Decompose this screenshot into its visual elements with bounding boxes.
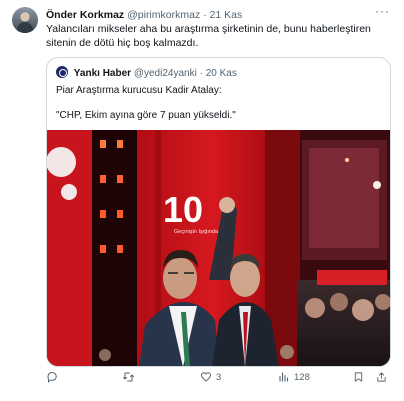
tweet[interactable]: Önder Korkmaz @pirimkorkmaz · 21 Kas ···… bbox=[0, 0, 404, 401]
author-name[interactable]: Önder Korkmaz bbox=[46, 9, 124, 21]
retweet-button[interactable] bbox=[122, 370, 139, 384]
views-button[interactable]: 128 bbox=[278, 370, 310, 384]
retweet-icon bbox=[123, 372, 134, 382]
tweet-time[interactable]: 21 Kas bbox=[210, 9, 243, 21]
views-icon bbox=[279, 372, 289, 382]
like-count: 3 bbox=[216, 371, 222, 383]
bookmark-icon bbox=[354, 372, 363, 382]
author-avatar[interactable] bbox=[12, 7, 38, 33]
stage-number: 10 bbox=[163, 189, 203, 230]
quoted-tweet-photo[interactable]: 10 Geçmişin Işığında bbox=[47, 130, 390, 366]
stage-caption: Geçmişin Işığında bbox=[174, 229, 219, 235]
bookmark-button[interactable] bbox=[353, 370, 364, 384]
quoted-author-name[interactable]: Yankı Haber bbox=[74, 68, 131, 79]
tweet-header: Önder Korkmaz @pirimkorkmaz · 21 Kas bbox=[46, 8, 390, 22]
views-count: 128 bbox=[294, 371, 310, 383]
like-button[interactable]: 3 bbox=[200, 370, 221, 384]
share-icon bbox=[377, 372, 386, 382]
more-options-icon[interactable]: ··· bbox=[375, 4, 390, 18]
quoted-author-handle[interactable]: @yedi24yanki bbox=[134, 68, 197, 79]
reply-button[interactable] bbox=[46, 370, 62, 384]
reply-icon bbox=[47, 371, 57, 383]
quoted-tweet-time[interactable]: 20 Kas bbox=[206, 68, 237, 79]
quoted-separator: · bbox=[199, 68, 203, 79]
quoted-tweet-header: Yankı Haber @yedi24yanki · 20 Kas bbox=[56, 66, 237, 80]
author-handle[interactable]: @pirimkorkmaz bbox=[127, 9, 200, 21]
separator: · bbox=[203, 9, 207, 21]
tweet-text: Yalancıları mikseler aha bu araştırma şi… bbox=[46, 23, 371, 49]
heart-icon bbox=[200, 372, 212, 382]
quoted-tweet[interactable]: Yankı Haber @yedi24yanki · 20 Kas Piar A… bbox=[46, 57, 391, 367]
quoted-tweet-line-2: "CHP, Ekim ayına göre 7 puan yükseldi." bbox=[56, 110, 236, 121]
action-bar: 3 128 bbox=[46, 370, 391, 384]
rally-photo: 10 Geçmişin Işığında bbox=[47, 130, 390, 366]
quoted-author-avatar[interactable] bbox=[56, 66, 68, 78]
quoted-tweet-line-1: Piar Araştırma kurucusu Kadir Atalay: bbox=[56, 85, 222, 96]
share-button[interactable] bbox=[376, 370, 387, 384]
